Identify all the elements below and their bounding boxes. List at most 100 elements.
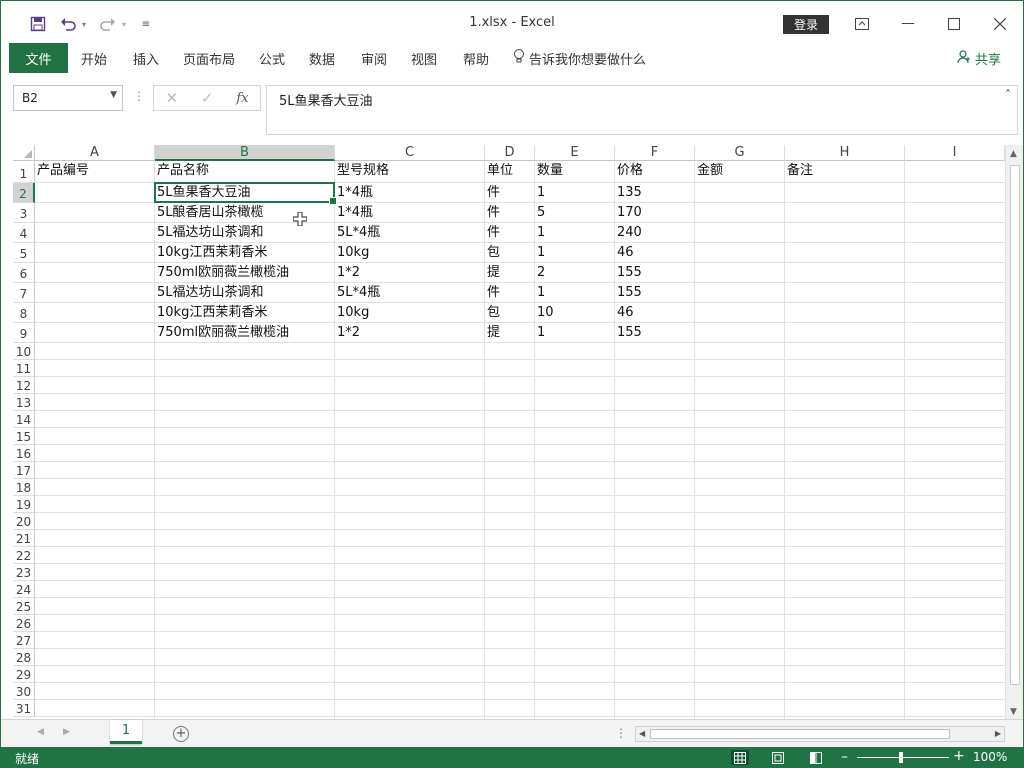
- cell-b9[interactable]: 750ml欧丽薇兰橄榄油: [155, 323, 289, 343]
- scroll-left-icon[interactable]: ◀: [639, 729, 645, 738]
- cell-c1[interactable]: 型号规格: [335, 161, 389, 183]
- row-header-12[interactable]: 12: [13, 377, 35, 394]
- share-button[interactable]: 共享: [957, 49, 1001, 68]
- column-header-a[interactable]: A: [35, 145, 155, 161]
- select-all-button[interactable]: [13, 145, 35, 161]
- cell-g1[interactable]: 金额: [695, 161, 723, 183]
- cell-c4[interactable]: 5L*4瓶: [335, 223, 380, 243]
- cell-f2[interactable]: 135: [615, 183, 642, 203]
- row-header-30[interactable]: 30: [13, 683, 35, 700]
- worksheet-grid[interactable]: ABCDEFGHI 1 2 3 4 5 6 7 8 9 10 11 12 13 14 15 16 17 18 19 2…: [1, 145, 1023, 719]
- column-header-e[interactable]: E: [535, 145, 615, 161]
- column-header-i[interactable]: I: [905, 145, 1005, 161]
- row-header-11[interactable]: 11: [13, 360, 35, 377]
- row-header-16[interactable]: 16: [13, 445, 35, 462]
- horizontal-scrollbar[interactable]: ◀ ▶: [635, 726, 1005, 742]
- vertical-scrollbar[interactable]: ▲ ▼: [1005, 145, 1023, 719]
- zoom-slider-thumb[interactable]: [899, 752, 903, 763]
- cell-f7[interactable]: 155: [615, 283, 642, 303]
- row-header-27[interactable]: 27: [13, 632, 35, 649]
- page-layout-view-icon[interactable]: [769, 750, 787, 765]
- row-header-23[interactable]: 23: [13, 564, 35, 581]
- tell-me-search[interactable]: 告诉我你想要做什么: [513, 43, 646, 73]
- cell-e7[interactable]: 1: [535, 283, 545, 303]
- active-cell-border[interactable]: [154, 182, 337, 205]
- row-header-8[interactable]: 8: [13, 303, 35, 323]
- cell-e3[interactable]: 5: [535, 203, 545, 223]
- tab-review[interactable]: 审阅: [361, 43, 387, 73]
- cell-c9[interactable]: 1*2: [335, 323, 360, 343]
- normal-view-icon[interactable]: [731, 750, 749, 765]
- tab-formulas[interactable]: 公式: [259, 43, 285, 73]
- row-header-13[interactable]: 13: [13, 394, 35, 411]
- row-header-29[interactable]: 29: [13, 666, 35, 683]
- row-header-4[interactable]: 4: [13, 223, 35, 243]
- cell-d4[interactable]: 件: [485, 223, 500, 243]
- next-sheet-icon[interactable]: ▶: [63, 727, 70, 737]
- row-header-14[interactable]: 14: [13, 411, 35, 428]
- prev-sheet-icon[interactable]: ◀: [37, 727, 44, 737]
- row-header-1[interactable]: 1: [13, 161, 35, 183]
- cancel-entry-icon[interactable]: ✕: [165, 89, 178, 107]
- row-header-21[interactable]: 21: [13, 530, 35, 547]
- name-box[interactable]: B2 ▼: [13, 85, 123, 111]
- cell-h1[interactable]: 备注: [785, 161, 813, 183]
- tab-page-layout[interactable]: 页面布局: [183, 43, 235, 73]
- cell-e2[interactable]: 1: [535, 183, 545, 203]
- row-header-9[interactable]: 9: [13, 323, 35, 343]
- cell-c5[interactable]: 10kg: [335, 243, 369, 263]
- cell-d2[interactable]: 件: [485, 183, 500, 203]
- scroll-down-icon[interactable]: ▼: [1010, 707, 1017, 717]
- cell-f8[interactable]: 46: [615, 303, 634, 323]
- cell-e9[interactable]: 1: [535, 323, 545, 343]
- row-header-5[interactable]: 5: [13, 243, 35, 263]
- tab-home[interactable]: 开始: [81, 43, 107, 73]
- cell-f6[interactable]: 155: [615, 263, 642, 283]
- maximize-icon[interactable]: [931, 11, 977, 37]
- cell-d8[interactable]: 包: [485, 303, 500, 323]
- tab-split-grip-icon[interactable]: ⋮: [615, 726, 627, 740]
- row-header-15[interactable]: 15: [13, 428, 35, 445]
- cell-f1[interactable]: 价格: [615, 161, 643, 183]
- tab-data[interactable]: 数据: [309, 43, 335, 73]
- enter-entry-icon[interactable]: ✓: [201, 89, 214, 107]
- cell-d5[interactable]: 包: [485, 243, 500, 263]
- row-header-18[interactable]: 18: [13, 479, 35, 496]
- column-header-f[interactable]: F: [615, 145, 695, 161]
- row-header-31[interactable]: 31: [13, 700, 35, 717]
- cell-c3[interactable]: 1*4瓶: [335, 203, 373, 223]
- cell-e4[interactable]: 1: [535, 223, 545, 243]
- row-header-22[interactable]: 22: [13, 547, 35, 564]
- cell-a1[interactable]: 产品编号: [35, 161, 89, 183]
- row-header-10[interactable]: 10: [13, 343, 35, 360]
- cell-e1[interactable]: 数量: [535, 161, 563, 183]
- sheet-tab-1[interactable]: 1: [110, 720, 142, 744]
- cell-e5[interactable]: 1: [535, 243, 545, 263]
- row-header-19[interactable]: 19: [13, 496, 35, 513]
- collapse-formula-bar-icon[interactable]: ˄: [1005, 88, 1011, 102]
- row-header-7[interactable]: 7: [13, 283, 35, 303]
- scroll-up-icon[interactable]: ▲: [1010, 149, 1017, 159]
- page-break-view-icon[interactable]: [807, 750, 825, 765]
- cell-e6[interactable]: 2: [535, 263, 545, 283]
- formula-bar-grip-icon[interactable]: ⋮: [133, 89, 145, 103]
- row-header-20[interactable]: 20: [13, 513, 35, 530]
- vertical-scroll-thumb[interactable]: [1010, 165, 1020, 685]
- cell-c6[interactable]: 1*2: [335, 263, 360, 283]
- cell-d9[interactable]: 提: [485, 323, 500, 343]
- column-header-g[interactable]: G: [695, 145, 785, 161]
- cell-b8[interactable]: 10kg江西茉莉香米: [155, 303, 267, 323]
- cell-d6[interactable]: 提: [485, 263, 500, 283]
- row-header-2[interactable]: 2: [13, 183, 35, 203]
- row-header-25[interactable]: 25: [13, 598, 35, 615]
- row-header-26[interactable]: 26: [13, 615, 35, 632]
- tab-file[interactable]: 文件: [9, 43, 68, 73]
- row-header-17[interactable]: 17: [13, 462, 35, 479]
- column-header-d[interactable]: D: [485, 145, 535, 161]
- row-header-6[interactable]: 6: [13, 263, 35, 283]
- zoom-out-icon[interactable]: –: [841, 749, 848, 765]
- horizontal-scroll-thumb[interactable]: [650, 729, 950, 739]
- row-header-3[interactable]: 3: [13, 203, 35, 223]
- cell-b7[interactable]: 5L福达坊山茶调和: [155, 283, 264, 303]
- insert-function-icon[interactable]: fx: [236, 91, 248, 106]
